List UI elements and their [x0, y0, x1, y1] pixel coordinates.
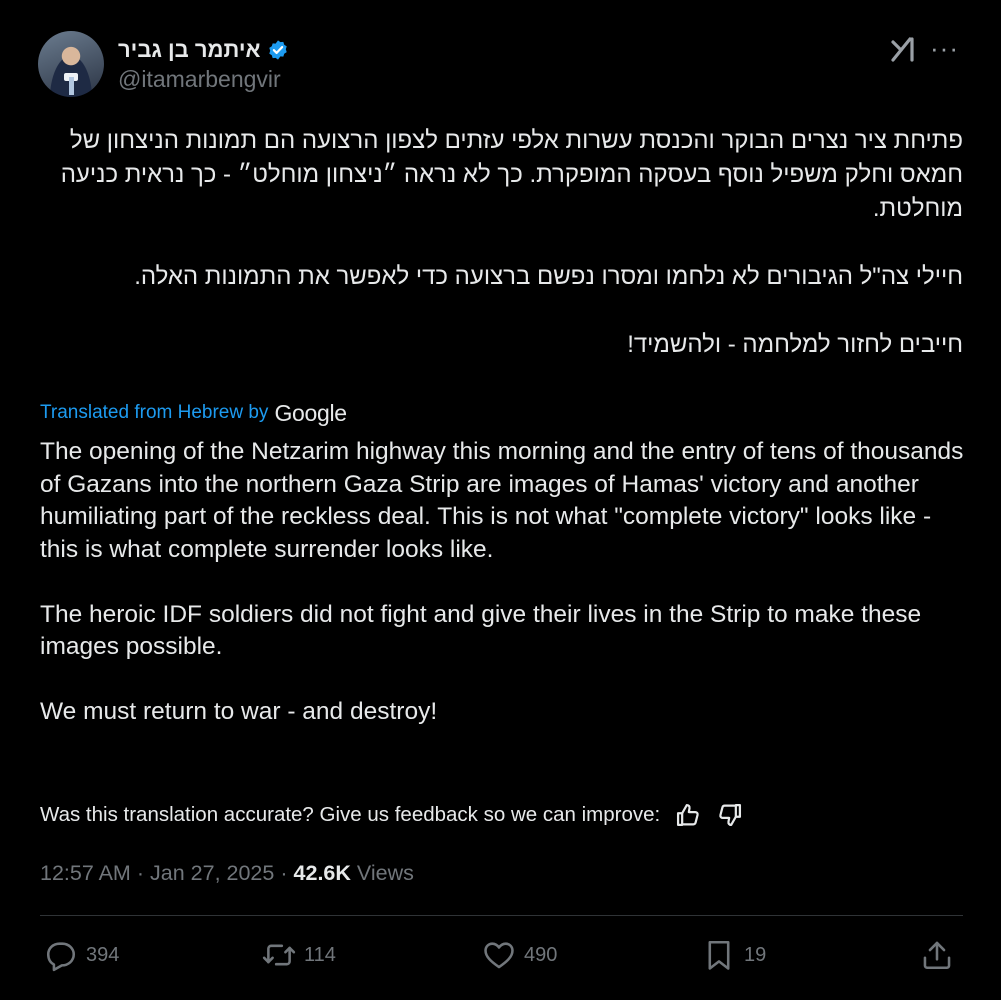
action-bar: 394 114 490 19 — [40, 930, 963, 980]
tweet-time[interactable]: 12:57 AM — [40, 861, 131, 886]
reply-count: 394 — [86, 943, 120, 966]
thumbs-up-icon[interactable] — [674, 801, 702, 829]
bookmark-button[interactable]: 19 — [702, 930, 766, 980]
repost-icon — [262, 944, 296, 966]
translated-label[interactable]: Translated from Hebrew by — [40, 402, 268, 424]
english-paragraph: The opening of the Netzarim highway this… — [40, 438, 964, 563]
like-button[interactable]: 490 — [482, 930, 557, 980]
google-logo: Google — [274, 399, 347, 426]
meta-separator: · — [136, 860, 145, 885]
author-display-name[interactable]: איתמר בן גביר — [118, 37, 261, 63]
reply-button[interactable]: 394 — [44, 930, 119, 980]
tweet-meta: 12:57 AM · Jan 27, 2025 · 42.6K Views — [40, 857, 414, 889]
author-name-row: איתמר בן גביר — [118, 34, 289, 66]
more-icon[interactable]: ··· — [930, 35, 959, 61]
avatar[interactable] — [38, 31, 104, 97]
like-count: 490 — [524, 943, 558, 966]
views-label: Views — [356, 860, 414, 885]
feedback-prompt: Was this translation accurate? Give us f… — [40, 803, 661, 826]
hebrew-paragraph: פתיחת ציר נצרים הבוקר והכנסת עשרות אלפי … — [60, 127, 963, 222]
like-icon — [484, 942, 514, 969]
tweet-text-hebrew: פתיחת ציר נצרים הבוקר והכנסת עשרות אלפי … — [40, 124, 963, 362]
hebrew-paragraph: חייבים לחזור למלחמה - ולהשמיד! — [627, 331, 963, 358]
hebrew-paragraph: חיילי צה"ל הגיבורים לא נלחמו ומסרו נפשם … — [134, 263, 963, 290]
reply-icon — [46, 942, 76, 972]
translation-attribution[interactable]: Translated from Hebrew by Google — [40, 398, 347, 428]
tweet-card: איתמר בן גביר @itamarbengvir ··· פתיחת צ… — [0, 0, 1001, 1000]
bookmark-icon — [708, 940, 730, 970]
avatar-tie — [69, 77, 74, 95]
share-icon — [923, 941, 951, 970]
views-count[interactable]: 42.6K — [294, 861, 351, 886]
repost-count: 114 — [304, 943, 336, 966]
thumbs-down-icon[interactable] — [716, 801, 744, 829]
verified-badge-icon — [268, 40, 287, 60]
english-paragraph: We must return to war - and destroy! — [40, 698, 438, 725]
english-paragraph: The heroic IDF soldiers did not fight an… — [40, 600, 922, 661]
divider — [40, 915, 963, 916]
translation-feedback: Was this translation accurate? Give us f… — [40, 798, 744, 832]
bookmark-count: 19 — [744, 943, 767, 966]
meta-separator: · — [280, 860, 288, 885]
share-button[interactable] — [920, 930, 954, 980]
grok-icon[interactable] — [888, 34, 918, 64]
author-handle[interactable]: @itamarbengvir — [118, 66, 281, 93]
repost-button[interactable]: 114 — [262, 930, 336, 980]
tweet-date[interactable]: Jan 27, 2025 — [150, 861, 274, 886]
tweet-text-translation: The opening of the Netzarim highway this… — [40, 436, 965, 729]
